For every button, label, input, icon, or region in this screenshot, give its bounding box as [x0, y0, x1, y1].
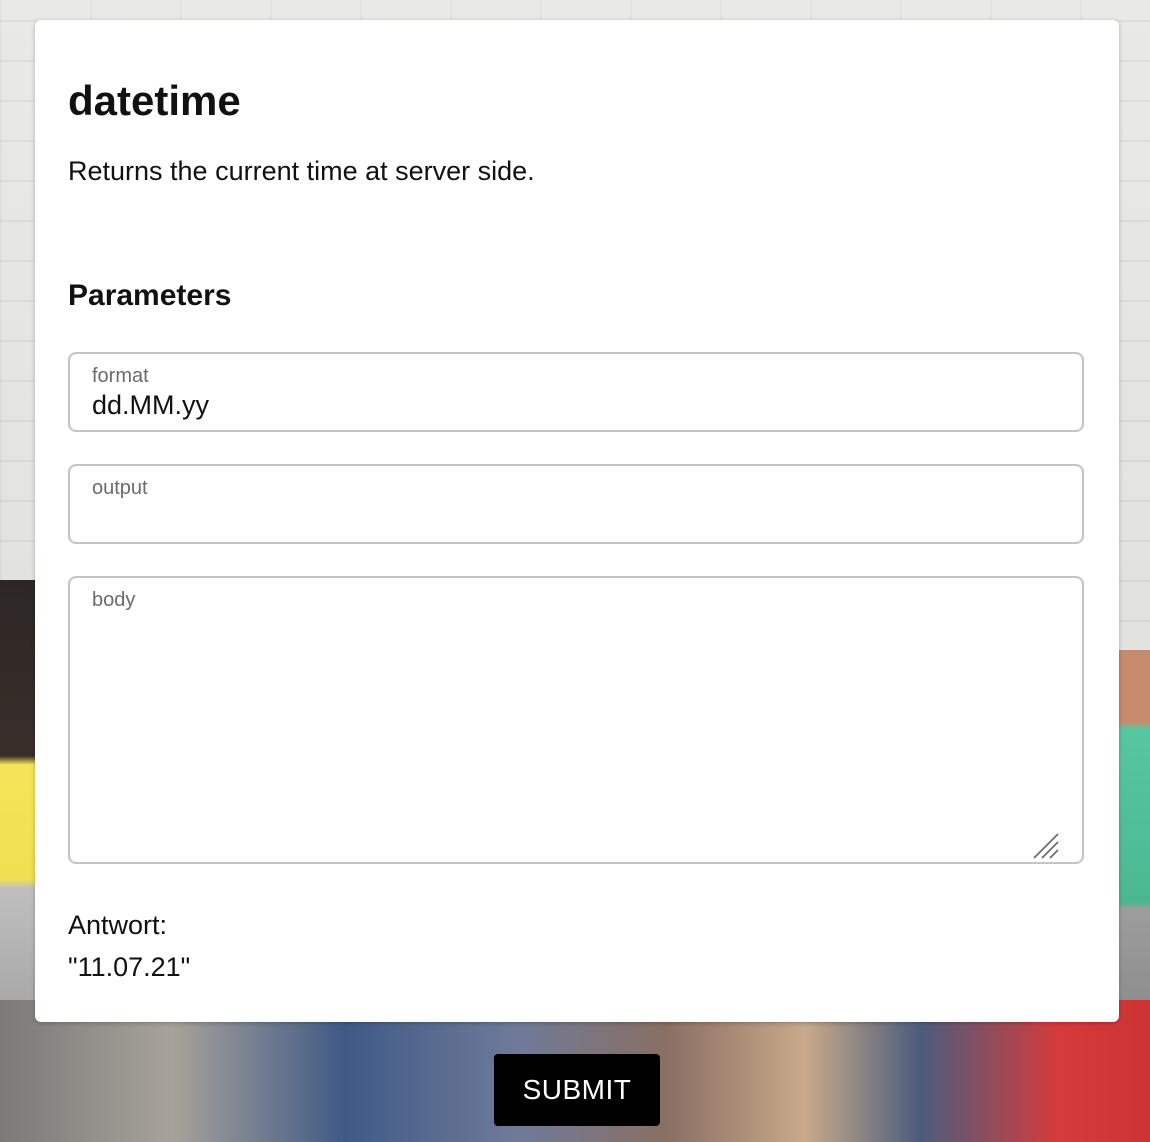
resize-handle-icon[interactable] — [1032, 832, 1060, 860]
body-field[interactable]: body — [68, 576, 1084, 864]
output-input[interactable] — [92, 500, 1052, 534]
submit-button[interactable]: SUBMIT — [494, 1054, 660, 1126]
format-field[interactable]: format — [68, 352, 1084, 432]
body-field-label: body — [92, 589, 136, 611]
background-person-left — [0, 580, 36, 1020]
format-field-label: format — [92, 365, 149, 387]
answer-label: Antwort: — [68, 910, 168, 940]
page-description: Returns the current time at server side. — [68, 156, 535, 186]
answer-value: "11.07.21" — [68, 952, 191, 982]
api-form-card: datetime Returns the current time at ser… — [35, 20, 1119, 1022]
output-field[interactable]: output — [68, 464, 1084, 544]
parameters-heading: Parameters — [68, 279, 232, 312]
format-input[interactable] — [92, 388, 1052, 422]
body-textarea[interactable] — [92, 618, 1042, 838]
output-field-label: output — [92, 477, 148, 499]
page-title: datetime — [68, 77, 241, 124]
background-person-right — [1118, 650, 1150, 1010]
